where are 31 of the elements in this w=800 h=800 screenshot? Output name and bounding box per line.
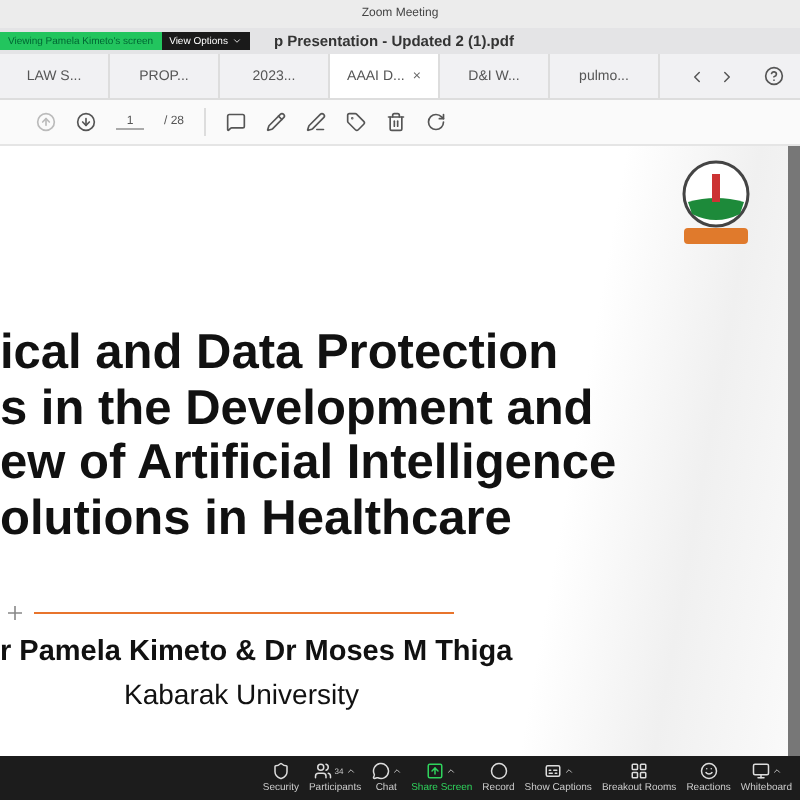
caret-icon[interactable] bbox=[563, 766, 574, 776]
sign-icon[interactable] bbox=[306, 112, 327, 132]
caret-icon[interactable] bbox=[446, 766, 457, 776]
slide-title-line: ical and Data Protection bbox=[0, 326, 561, 381]
previous-tab-icon[interactable] bbox=[688, 67, 706, 85]
caret-icon[interactable] bbox=[771, 766, 782, 776]
slide-title-line: ew of Artificial Intelligence bbox=[0, 436, 619, 491]
caret-icon[interactable] bbox=[391, 766, 402, 776]
monitor-icon bbox=[751, 762, 770, 780]
captions-icon bbox=[543, 762, 562, 780]
next-page-icon[interactable] bbox=[76, 112, 96, 132]
rotate-icon[interactable] bbox=[426, 112, 447, 132]
slide-institution: Kabarak University bbox=[124, 678, 361, 710]
shield-icon bbox=[271, 762, 290, 780]
caret-icon bbox=[231, 36, 242, 46]
slide-authors: r Pamela Kimeto & Dr Moses M Thiga bbox=[0, 636, 515, 668]
comment-icon[interactable] bbox=[226, 112, 247, 132]
record-icon bbox=[489, 762, 508, 780]
people-icon bbox=[314, 762, 333, 780]
slide-title-line: olutions in Healthcare bbox=[0, 491, 514, 546]
trash-icon[interactable] bbox=[386, 112, 407, 132]
crosshair-icon bbox=[8, 606, 22, 620]
next-tab-icon[interactable] bbox=[718, 67, 736, 85]
help-icon[interactable] bbox=[764, 66, 784, 86]
slide-title-line: s in the Development and bbox=[0, 381, 596, 436]
grid-icon bbox=[630, 762, 649, 780]
pencil-icon[interactable] bbox=[266, 112, 287, 132]
smiley-icon bbox=[699, 762, 718, 780]
chat-bubble-icon bbox=[371, 762, 390, 780]
tag-icon[interactable] bbox=[346, 112, 367, 132]
caret-icon[interactable] bbox=[345, 766, 356, 776]
